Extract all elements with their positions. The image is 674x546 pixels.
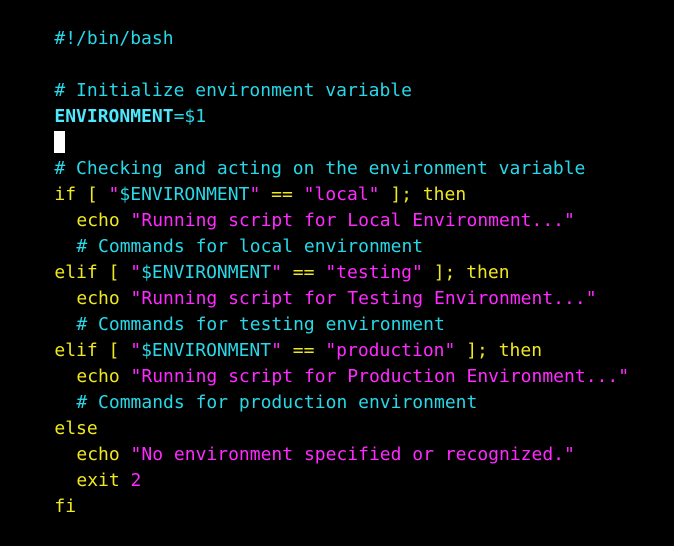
code-line-3: # Initialize environment variable bbox=[11, 52, 674, 101]
code-editor[interactable]: #!/bin/bash # Initialize environment var… bbox=[11, 0, 674, 517]
code-line-4: ENVIRONMENT=$1 bbox=[11, 78, 674, 127]
code-line-8: echo "Running script for Local Environme… bbox=[11, 182, 674, 231]
code-line-18: exit 2 bbox=[11, 442, 674, 491]
code-line-19: fi bbox=[11, 468, 674, 517]
code-line-12: # Commands for testing environment bbox=[11, 286, 674, 335]
code-line-10: elif [ "$ENVIRONMENT" == "testing" ]; th… bbox=[11, 234, 674, 283]
code-line-7: if [ "$ENVIRONMENT" == "local" ]; then bbox=[11, 156, 674, 205]
code-line-1: #!/bin/bash bbox=[11, 0, 674, 49]
code-line-17: echo "No environment specified or recogn… bbox=[11, 416, 674, 465]
code-line-9: # Commands for local environment bbox=[11, 208, 674, 257]
code-line-5 bbox=[11, 104, 674, 153]
code-line-16: else bbox=[11, 390, 674, 439]
code-line-13: elif [ "$ENVIRONMENT" == "production" ];… bbox=[11, 312, 674, 361]
code-line-15: # Commands for production environment bbox=[11, 364, 674, 413]
keyword-text: fi bbox=[54, 496, 77, 517]
code-line-6: # Checking and acting on the environment… bbox=[11, 130, 674, 179]
code-line-11: echo "Running script for Testing Environ… bbox=[11, 260, 674, 309]
code-line-14: echo "Running script for Production Envi… bbox=[11, 338, 674, 387]
